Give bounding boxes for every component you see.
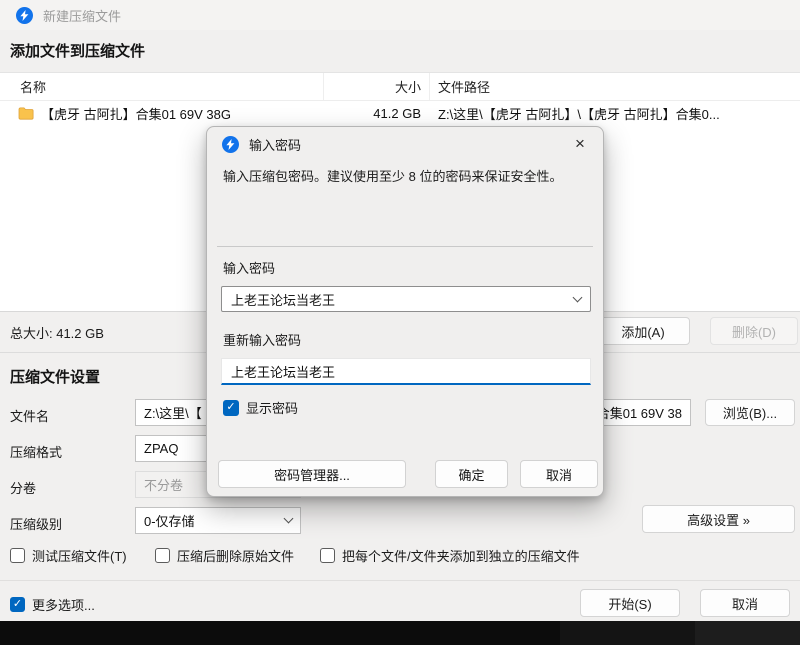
desktop-strip [0, 621, 800, 645]
checkbox-label: 把每个文件/文件夹添加到独立的压缩文件 [342, 549, 580, 564]
checkbox-delete-after[interactable]: 压缩后删除原始文件 [155, 546, 294, 565]
password-label: 输入密码 [223, 261, 276, 276]
checkbox-label: 更多选项... [32, 598, 95, 613]
file-size: 41.2 GB [373, 106, 421, 121]
checkbox-separate-archives[interactable]: 把每个文件/文件夹添加到独立的压缩文件 [320, 546, 580, 565]
bandizip-icon [16, 6, 33, 24]
chevron-down-icon [572, 292, 583, 302]
file-list-header: 名称 大小 文件路径 [0, 73, 800, 101]
password-dialog: 输入密码 × 输入压缩包密码。建议使用至少 8 位的密码来保证安全性。 输入密码… [206, 126, 604, 497]
checkbox-test-archive[interactable]: 测试压缩文件(T) [10, 546, 127, 565]
show-password-checkbox[interactable]: ✓ 显示密码 [223, 398, 298, 417]
password-manager-button[interactable]: 密码管理器... [218, 460, 406, 488]
dialog-cancel-button[interactable]: 取消 [520, 460, 598, 488]
checkbox-box[interactable] [320, 548, 335, 563]
advanced-settings-button[interactable]: 高级设置 » [642, 505, 795, 533]
password-combobox[interactable]: 上老王论坛当老王 [221, 286, 591, 312]
lightning-glyph [226, 139, 235, 150]
volume-label: 分卷 [10, 481, 37, 496]
password-value: 上老王论坛当老王 [231, 292, 336, 308]
checkbox-box[interactable]: ✓ [10, 597, 25, 612]
close-icon[interactable]: × [567, 131, 593, 157]
bandizip-icon [222, 136, 239, 153]
dialog-divider [217, 246, 593, 247]
folder-icon [18, 107, 34, 120]
file-name: 【虎牙 古阿扎】合集01 69V 38G [41, 107, 231, 122]
checkbox-label: 显示密码 [246, 401, 299, 416]
section-title-add-files: 添加文件到压缩文件 [10, 43, 146, 60]
filename-value-right: 合集01 69V 38 [596, 406, 682, 421]
volume-value: 不分卷 [144, 478, 184, 493]
new-archive-window: 新建压缩文件 添加文件到压缩文件 名称 大小 文件路径 【虎牙 古阿扎】合集01… [0, 0, 800, 645]
column-header-size[interactable]: 大小 [323, 73, 430, 100]
lightning-glyph [20, 9, 29, 21]
delete-button: 删除(D) [710, 317, 798, 345]
level-label: 压缩级别 [10, 517, 63, 532]
chevron-down-icon [283, 513, 294, 524]
filename-label: 文件名 [10, 409, 50, 424]
window-title: 新建压缩文件 [43, 8, 122, 24]
check-icon: ✓ [226, 401, 236, 413]
level-select[interactable]: 0-仅存储 [135, 507, 301, 534]
checkbox-label: 压缩后删除原始文件 [177, 549, 295, 564]
window-titlebar: 新建压缩文件 [0, 0, 800, 30]
add-button[interactable]: 添加(A) [596, 317, 690, 345]
format-label: 压缩格式 [10, 445, 63, 460]
table-row[interactable]: 【虎牙 古阿扎】合集01 69V 38G 41.2 GB Z:\这里\【虎牙 古… [0, 101, 800, 126]
confirm-password-input[interactable] [221, 358, 591, 385]
cancel-button[interactable]: 取消 [700, 589, 790, 617]
dialog-title: 输入密码 [249, 138, 302, 153]
checkbox-box[interactable] [155, 548, 170, 563]
confirm-password-label: 重新输入密码 [223, 333, 302, 348]
column-header-name[interactable]: 名称 [0, 73, 323, 100]
settings-title: 压缩文件设置 [10, 369, 101, 386]
total-size-label: 总大小: 41.2 GB [10, 326, 104, 341]
ok-button[interactable]: 确定 [435, 460, 508, 488]
checkbox-label: 测试压缩文件(T) [32, 549, 127, 564]
dialog-titlebar: 输入密码 [222, 135, 301, 154]
dialog-description: 输入压缩包密码。建议使用至少 8 位的密码来保证安全性。 [223, 169, 563, 184]
checkbox-box[interactable] [10, 548, 25, 563]
browse-button[interactable]: 浏览(B)... [705, 399, 795, 426]
format-value: ZPAQ [144, 441, 179, 456]
check-icon: ✓ [12, 598, 23, 610]
level-value: 0-仅存储 [144, 514, 195, 529]
more-options-checkbox[interactable]: ✓ 更多选项... [10, 595, 95, 614]
column-header-path[interactable]: 文件路径 [430, 73, 800, 100]
file-path: Z:\这里\【虎牙 古阿扎】\【虎牙 古阿扎】合集0... [438, 107, 720, 122]
start-button[interactable]: 开始(S) [580, 589, 680, 617]
footer-divider [0, 580, 800, 581]
filename-value-left: Z:\这里\【 [144, 406, 202, 421]
checkbox-box[interactable]: ✓ [223, 399, 239, 416]
